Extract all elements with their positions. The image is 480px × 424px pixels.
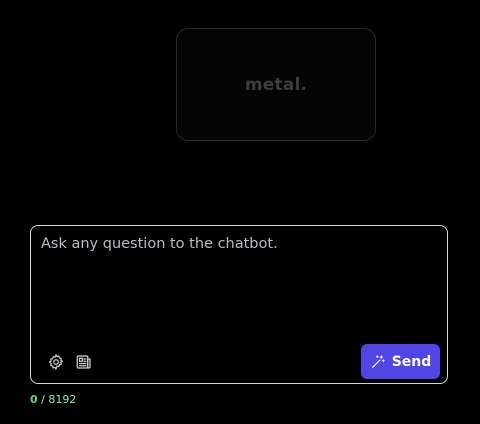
character-count: 0 [30,393,38,406]
character-limit: 8192 [48,393,77,406]
magic-wand-icon [371,354,385,368]
send-label: Send [391,353,432,370]
chat-composer: Send [30,225,448,384]
question-input[interactable] [41,234,437,334]
settings-button[interactable] [46,352,66,372]
send-button[interactable]: Send [361,344,440,379]
counter-separator: / [37,393,49,406]
logo-card: metal. [176,28,376,141]
gear-icon [48,354,64,370]
documents-button[interactable] [74,352,94,372]
character-counter: 0 / 8192 [30,393,76,406]
logo: metal. [244,74,308,95]
chat-page: metal. Ask any question to the chatbot. … [0,0,480,424]
newspaper-icon [76,355,91,369]
